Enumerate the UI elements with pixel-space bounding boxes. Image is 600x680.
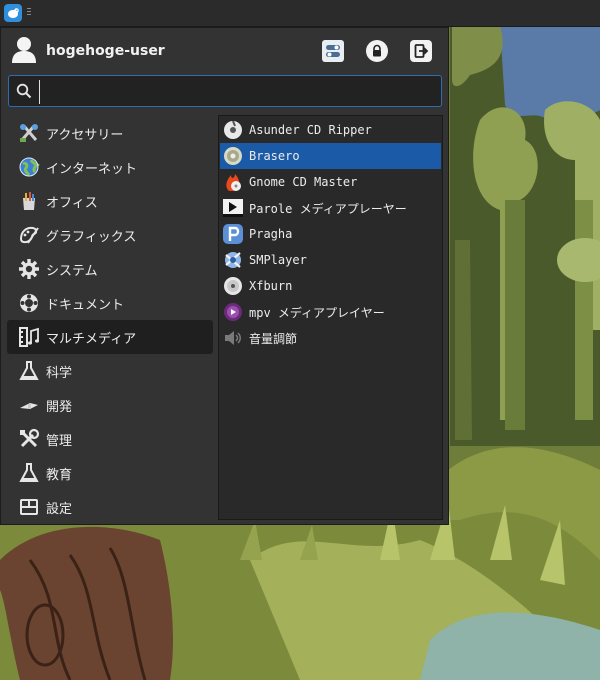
cd-icon [222, 119, 244, 141]
user-header: hogehoge-user [1, 28, 450, 74]
flask-icon [17, 359, 41, 383]
lock-screen-button[interactable] [366, 40, 388, 62]
category-label: システム [46, 263, 98, 279]
logout-button[interactable] [410, 40, 432, 62]
app-item-gnome-cd-master[interactable]: Gnome CD Master [220, 169, 441, 195]
flask-icon [17, 461, 41, 485]
category-multimedia[interactable]: マルチメディア [7, 320, 213, 354]
category-settings[interactable]: 設定 [7, 490, 213, 524]
office-icon [17, 189, 41, 213]
category-documents[interactable]: ドキュメント [7, 286, 213, 320]
help-lifebuoy-icon [17, 291, 41, 315]
logout-icon [414, 44, 429, 58]
search-input[interactable] [39, 80, 439, 104]
category-label: 科学 [46, 365, 73, 381]
panel-drag-handle[interactable] [27, 8, 31, 18]
lock-screen-icon [373, 44, 381, 57]
app-label: SMPlayer [249, 253, 307, 267]
category-education[interactable]: 教育 [7, 456, 213, 490]
category-label: アクセサリー [46, 127, 124, 143]
category-label: 設定 [46, 501, 73, 517]
category-label: ドキュメント [46, 297, 125, 313]
category-graphics[interactable]: グラフィックス [7, 218, 213, 252]
flame-disc-icon [222, 171, 244, 193]
category-label: マルチメディア [46, 331, 137, 347]
category-system[interactable]: システム [7, 252, 213, 286]
category-label: 管理 [46, 433, 73, 449]
category-administration[interactable]: 管理 [7, 422, 213, 456]
category-accessories[interactable]: アクセサリー [7, 116, 213, 150]
settings-manager-button[interactable] [322, 40, 344, 62]
graphics-icon [17, 223, 41, 247]
smplayer-icon [222, 249, 244, 271]
app-item-asunder[interactable]: Asunder CD Ripper [220, 117, 441, 143]
app-item-brasero[interactable]: Brasero [220, 143, 441, 169]
app-item-xfburn[interactable]: Xfburn [220, 273, 441, 299]
tools-icon [17, 427, 41, 451]
xfce-mouse-icon [8, 8, 19, 18]
app-item-mpv[interactable]: mpv メディアプレイヤー [220, 299, 441, 325]
whisker-menu: hogehoge-user アクセサリー インターネット オフィス グラフィック… [0, 27, 449, 525]
app-label: Pragha [249, 227, 293, 241]
globe-icon [17, 155, 41, 179]
disc-burner-icon [222, 145, 244, 167]
disc-icon [222, 275, 244, 297]
mpv-icon [222, 301, 244, 323]
accessories-icon [17, 121, 41, 145]
category-label: 教育 [46, 467, 73, 483]
search-icon [16, 83, 32, 99]
app-label: Xfburn [249, 279, 293, 293]
category-label: インターネット [46, 161, 138, 177]
app-item-parole[interactable]: Parole メディアプレーヤー [220, 195, 441, 221]
category-internet[interactable]: インターネット [7, 150, 213, 184]
app-item-smplayer[interactable]: SMPlayer [220, 247, 441, 273]
gear-icon [17, 257, 41, 281]
app-item-pragha[interactable]: Pragha [220, 221, 441, 247]
app-label: 音量調節 [249, 331, 298, 346]
app-label: mpv メディアプレイヤー [249, 305, 385, 320]
category-list: アクセサリー インターネット オフィス グラフィックス システム ドキュメント … [7, 116, 213, 524]
app-label: Brasero [249, 149, 300, 163]
app-label: Gnome CD Master [249, 175, 358, 189]
whisker-menu-button[interactable] [4, 4, 22, 22]
avatar [12, 37, 36, 63]
speaker-icon [222, 327, 244, 349]
application-list: Asunder CD Ripper Brasero Gnome CD Maste… [218, 115, 443, 520]
category-office[interactable]: オフィス [7, 184, 213, 218]
pragha-icon [222, 223, 244, 245]
category-label: オフィス [46, 195, 98, 211]
search-box [8, 75, 442, 107]
trowel-icon [17, 393, 41, 417]
settings-manager-icon [326, 45, 340, 57]
play-icon [222, 197, 244, 219]
category-development[interactable]: 開発 [7, 388, 213, 422]
username: hogehoge-user [46, 43, 165, 59]
category-label: グラフィックス [46, 229, 137, 245]
category-science[interactable]: 科学 [7, 354, 213, 388]
category-label: 開発 [46, 399, 73, 415]
app-label: Asunder CD Ripper [249, 123, 372, 137]
app-item-volume-control[interactable]: 音量調節 [220, 325, 441, 351]
settings-panel-icon [17, 495, 41, 519]
top-panel [0, 0, 600, 27]
app-label: Parole メディアプレーヤー [249, 201, 407, 216]
film-music-icon [17, 325, 41, 349]
